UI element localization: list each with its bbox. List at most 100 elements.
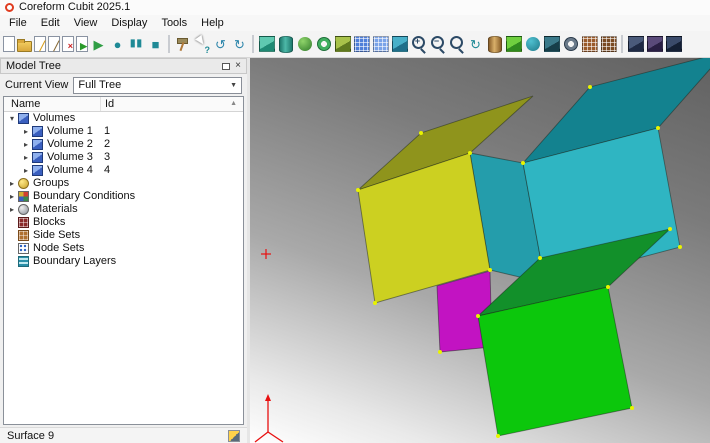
block-tool-icon[interactable] <box>581 33 598 56</box>
record-icon[interactable]: ● <box>109 33 126 56</box>
tree-row-blocks[interactable]: Blocks <box>4 216 243 229</box>
tree-header[interactable]: Name Id ▲ <box>4 97 243 112</box>
edit-journal-icon[interactable]: ╱ <box>48 36 60 52</box>
redo-icon[interactable]: ↻ <box>231 33 248 56</box>
webcut-icon[interactable] <box>391 33 408 56</box>
volume-1-vertex-dot[interactable] <box>468 151 472 155</box>
sideset-tool-icon[interactable] <box>600 33 617 56</box>
tree-row-volumes[interactable]: ▾ Volumes <box>4 112 243 125</box>
volume-4-vertex-dot[interactable] <box>538 256 542 260</box>
volume-3-vertex-dot[interactable] <box>438 350 442 354</box>
tree-item-label: Volume 1 <box>47 125 93 137</box>
dock-header[interactable]: Model Tree × <box>0 58 247 74</box>
column-header-id[interactable]: Id <box>101 98 243 110</box>
toolbar-separator <box>621 35 623 53</box>
volume-1-vertex-dot[interactable] <box>488 268 492 272</box>
tree-row-volume-1[interactable]: ▸ Volume 1 1 <box>4 125 243 138</box>
current-view-label: Current View <box>5 79 69 91</box>
tree-row-volume-3[interactable]: ▸ Volume 3 3 <box>4 151 243 164</box>
power-tools-icon[interactable] <box>174 33 191 56</box>
volume-2-vertex-dot[interactable] <box>656 126 660 130</box>
rotate-view-icon[interactable]: ↻ <box>467 33 484 56</box>
tree-item-label: Volumes <box>33 112 76 124</box>
expand-arrow-icon[interactable]: ▸ <box>7 179 17 188</box>
tree-item-label: Blocks <box>33 216 66 228</box>
expand-arrow-icon[interactable]: ▾ <box>7 114 17 123</box>
expand-arrow-icon[interactable]: ▸ <box>21 127 31 136</box>
volume-tool-icon[interactable] <box>505 33 522 56</box>
menu-edit[interactable]: Edit <box>34 17 67 30</box>
volume-icon <box>32 139 43 150</box>
volume-1-vertex-dot[interactable] <box>419 131 423 135</box>
expand-arrow-icon[interactable]: ▸ <box>21 140 31 149</box>
exodus-cube-2-icon[interactable] <box>646 33 663 56</box>
tree-row-node-sets[interactable]: Node Sets <box>4 242 243 255</box>
menu-tools[interactable]: Tools <box>154 17 194 30</box>
tree-row-boundary-conditions[interactable]: ▸ Boundary Conditions <box>4 190 243 203</box>
exodus-cube-1-icon[interactable] <box>627 33 644 56</box>
tree-row-volume-2[interactable]: ▸ Volume 2 2 <box>4 138 243 151</box>
tree-row-volume-4[interactable]: ▸ Volume 4 4 <box>4 164 243 177</box>
brick-stack-icon[interactable] <box>486 33 503 56</box>
tree-row-boundary-layers[interactable]: Boundary Layers <box>4 255 243 268</box>
sphere-tool-icon[interactable] <box>524 33 541 56</box>
tree-row-groups[interactable]: ▸ Groups <box>4 177 243 190</box>
play-journal-icon[interactable]: ▶ <box>76 36 88 52</box>
tree-row-materials[interactable]: ▸ Materials <box>4 203 243 216</box>
pause-icon[interactable]: ▮▮ <box>128 33 145 56</box>
graphics-viewport[interactable] <box>250 58 710 443</box>
open-file-icon[interactable] <box>17 38 32 52</box>
mesh-volume-icon[interactable] <box>353 33 370 56</box>
tree-item-label: Side Sets <box>33 229 81 241</box>
menu-help[interactable]: Help <box>194 17 231 30</box>
create-sphere-icon[interactable] <box>296 33 313 56</box>
volume-4-vertex-dot[interactable] <box>668 227 672 231</box>
material-icon <box>18 204 29 215</box>
create-prism-icon[interactable] <box>334 33 351 56</box>
volume-2-vertex-dot[interactable] <box>588 85 592 89</box>
volume-1-vertex-dot[interactable] <box>373 301 377 305</box>
mesh-surface-icon[interactable] <box>372 33 389 56</box>
volume-4-vertex-dot[interactable] <box>630 406 634 410</box>
volume-4-vertex-dot[interactable] <box>496 434 500 438</box>
stop-icon[interactable]: ■ <box>147 33 164 56</box>
create-cylinder-icon[interactable] <box>277 33 294 56</box>
play-icon[interactable]: ▶ <box>90 33 107 56</box>
tree-row-side-sets[interactable]: Side Sets <box>4 229 243 242</box>
sort-indicator-icon: ▲ <box>230 100 237 107</box>
tree-item-label: Boundary Layers <box>33 255 117 267</box>
new-file-icon[interactable] <box>3 36 15 52</box>
scene-canvas[interactable] <box>250 58 710 443</box>
ringed-sphere-tool-icon[interactable] <box>562 33 579 56</box>
current-view-select[interactable]: Full Tree ▼ <box>73 76 242 94</box>
menu-view[interactable]: View <box>67 17 105 30</box>
dark-cube-tool-icon[interactable] <box>543 33 560 56</box>
tree-item-label: Volume 3 <box>47 151 93 163</box>
close-panel-button[interactable]: × <box>235 61 241 71</box>
menu-display[interactable]: Display <box>104 17 154 30</box>
expand-arrow-icon[interactable]: ▸ <box>21 153 31 162</box>
volume-1-vertex-dot[interactable] <box>356 188 360 192</box>
status-tray-icon[interactable] <box>228 429 240 442</box>
menu-file[interactable]: File <box>2 17 34 30</box>
undo-icon[interactable]: ↺ <box>212 33 229 56</box>
toolbar: ╱ ╱ × ▶ ▶ ● ▮▮ ■? ↺ ↻ + − ↻ <box>0 31 710 58</box>
volume-4-vertex-dot[interactable] <box>476 314 480 318</box>
create-torus-icon[interactable] <box>315 33 332 56</box>
close-journal-icon[interactable]: × <box>62 36 74 52</box>
column-header-name[interactable]: Name <box>4 97 101 111</box>
save-journal-icon[interactable]: ╱ <box>34 36 46 52</box>
zoom-in-icon[interactable]: + <box>410 33 427 56</box>
expand-arrow-icon[interactable]: ▸ <box>21 166 31 175</box>
expand-arrow-icon[interactable]: ▸ <box>7 205 17 214</box>
create-brick-icon[interactable] <box>258 33 275 56</box>
expand-arrow-icon[interactable]: ▸ <box>7 192 17 201</box>
float-panel-button[interactable] <box>222 62 231 70</box>
exodus-cube-3-icon[interactable] <box>665 33 682 56</box>
select-mode-icon[interactable]: ? <box>193 33 211 56</box>
volume-4-vertex-dot[interactable] <box>606 285 610 289</box>
volume-2-vertex-dot[interactable] <box>521 161 525 165</box>
zoom-fit-icon[interactable] <box>448 33 465 56</box>
volume-2-vertex-dot[interactable] <box>678 245 682 249</box>
zoom-out-icon[interactable]: − <box>429 33 446 56</box>
